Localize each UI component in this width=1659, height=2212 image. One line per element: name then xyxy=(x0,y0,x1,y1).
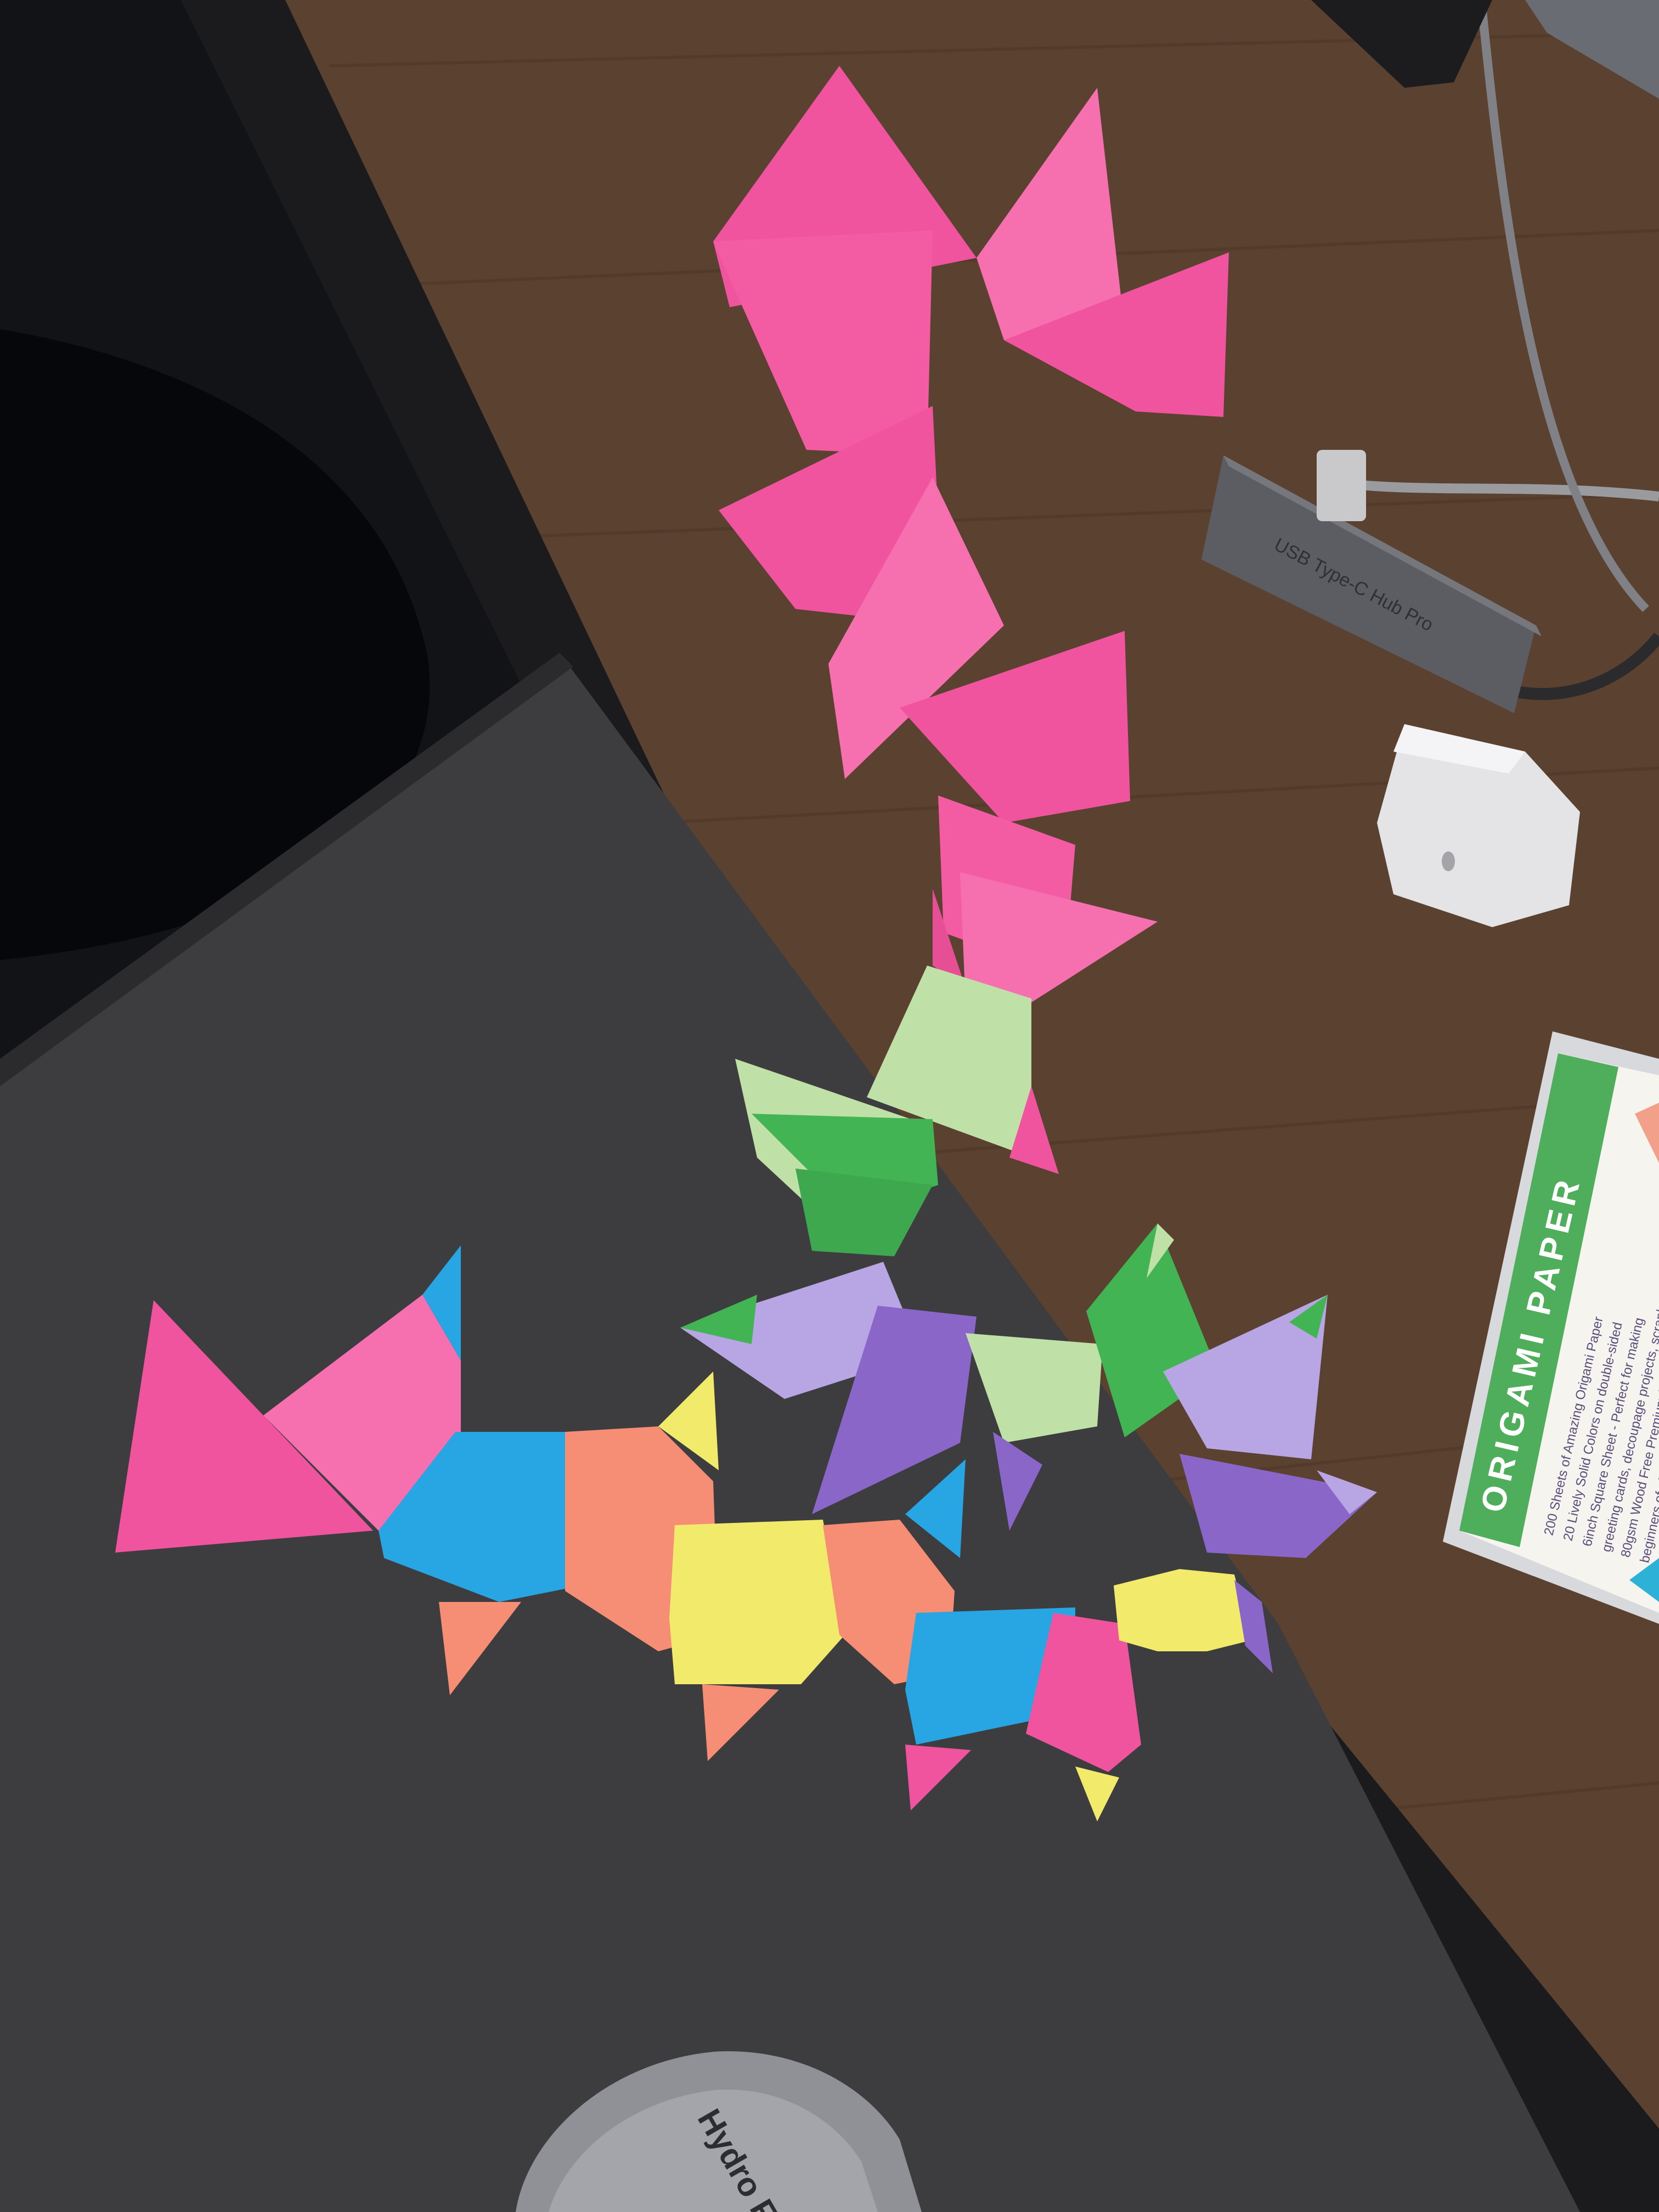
photo-scene: USB Type-C Hub Pro ORIGAMI PAPER 200 She… xyxy=(0,0,1659,2212)
